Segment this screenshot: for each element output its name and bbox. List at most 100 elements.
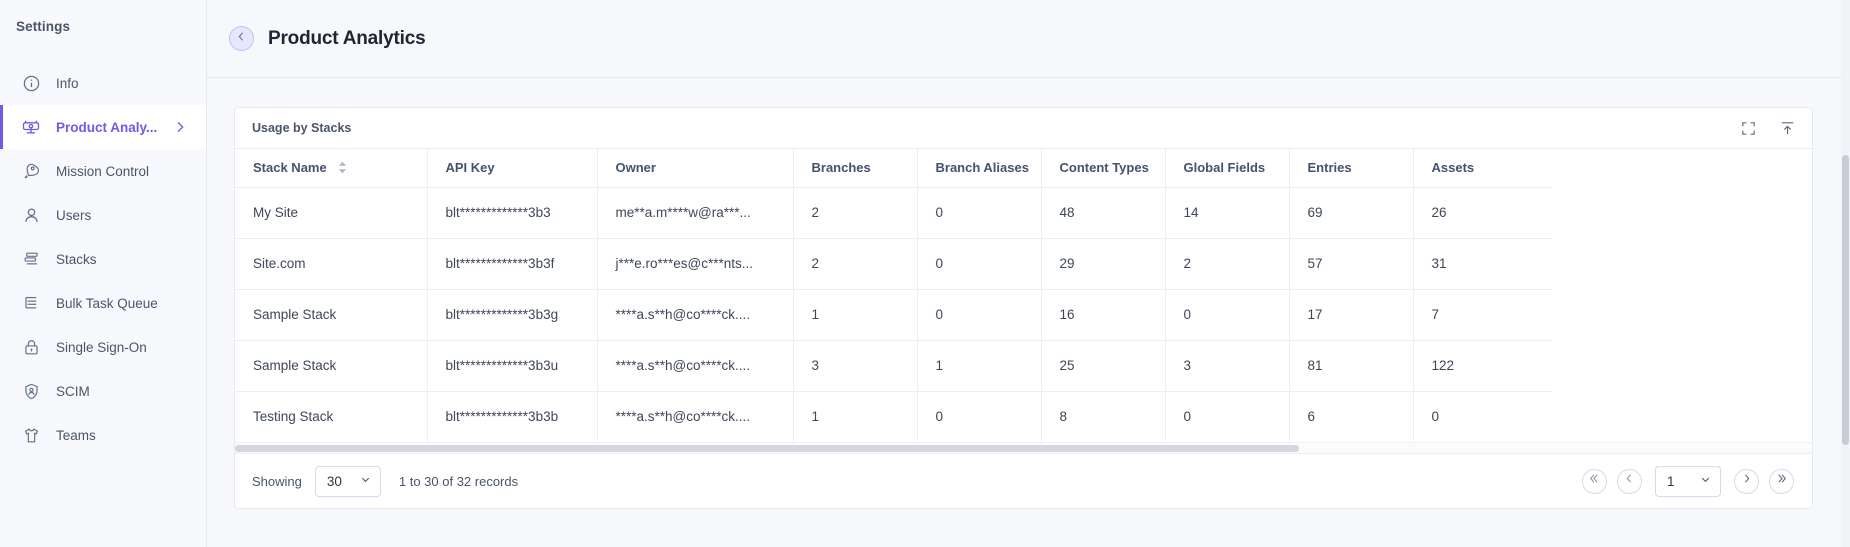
column-header-branch-aliases[interactable]: Branch Aliases — [917, 149, 1042, 188]
column-header-stack-name[interactable]: Stack Name — [235, 149, 428, 188]
cell-api-key: blt*************3b3g — [427, 289, 598, 341]
card-header-actions — [1740, 120, 1796, 137]
records-range-label: 1 to 30 of 32 records — [398, 473, 519, 489]
cell-owner: ****a.s**h@co****ck.... — [597, 340, 794, 392]
first-page-button[interactable] — [1582, 468, 1607, 494]
page-size-select[interactable]: 30 — [314, 465, 381, 497]
sidebar-item-label: Stacks — [56, 251, 97, 267]
cell-branch-aliases: 0 — [917, 391, 1042, 442]
table-row[interactable]: Site.com blt*************3b3f j***e.ro**… — [235, 238, 1552, 290]
cell-assets: 122 — [1413, 340, 1552, 392]
sidebar-item-label: Info — [56, 75, 79, 91]
page-header: Product Analytics — [207, 0, 1850, 78]
cell-entries: 69 — [1289, 187, 1414, 239]
cell-entries: 17 — [1289, 289, 1414, 341]
table-footer: Showing 30 1 to 30 of 32 records 1 — [235, 453, 1812, 508]
previous-page-button[interactable] — [1617, 468, 1642, 494]
sidebar-nav: Info Product Analy... Mission Control Us… — [0, 61, 206, 457]
column-header-branches[interactable]: Branches — [793, 149, 918, 188]
cell-owner: me**a.m****w@ra***... — [597, 187, 794, 239]
sort-icon[interactable] — [338, 161, 347, 174]
sidebar-item-info[interactable]: Info — [0, 61, 206, 105]
rocket-icon — [20, 160, 42, 182]
column-header-entries[interactable]: Entries — [1289, 149, 1414, 188]
sidebar-item-label: Users — [56, 207, 92, 223]
expand-icon[interactable] — [1740, 120, 1757, 137]
export-icon[interactable] — [1779, 120, 1796, 137]
scrollbar-thumb[interactable] — [235, 445, 1300, 452]
cell-global-fields: 3 — [1165, 340, 1290, 392]
cell-api-key: blt*************3b3f — [427, 238, 598, 290]
current-page-value: 1 — [1667, 473, 1675, 489]
chevron-down-icon — [1699, 473, 1712, 489]
page-number-select[interactable]: 1 — [1655, 465, 1721, 497]
sidebar-item-single-sign-on[interactable]: Single Sign-On — [0, 325, 206, 369]
tshirt-icon — [20, 424, 42, 446]
sidebar-title: Settings — [16, 19, 71, 34]
showing-label: Showing — [252, 473, 302, 489]
shield-user-icon — [20, 380, 42, 402]
cell-entries: 57 — [1289, 238, 1414, 290]
cell-api-key: blt*************3b3u — [427, 340, 598, 392]
column-header-api-key[interactable]: API Key — [427, 149, 598, 188]
table-horizontal-scrollbar[interactable] — [235, 442, 1812, 453]
sidebar-item-label: Teams — [56, 427, 96, 443]
cell-content-types: 29 — [1041, 238, 1166, 290]
cell-stack-name: Sample Stack — [235, 340, 428, 392]
usage-table: Stack Name API Key Owner Branches Branch… — [235, 149, 1552, 442]
column-header-label: Global Fields — [1183, 160, 1266, 176]
sidebar-item-stacks[interactable]: Stacks — [0, 237, 206, 281]
cell-branch-aliases: 0 — [917, 289, 1042, 341]
cell-branch-aliases: 0 — [917, 187, 1042, 239]
lock-icon — [20, 336, 42, 358]
column-header-content-types[interactable]: Content Types — [1041, 149, 1166, 188]
table-head: Stack Name API Key Owner Branches Branch… — [235, 149, 1552, 188]
pagination-controls: 1 — [1582, 465, 1794, 497]
cell-content-types: 48 — [1041, 187, 1166, 239]
cell-global-fields: 14 — [1165, 187, 1290, 239]
cell-content-types: 25 — [1041, 340, 1166, 392]
table-scroll-area: Stack Name API Key Owner Branches Branch… — [235, 149, 1812, 442]
column-header-label: Branch Aliases — [935, 160, 1029, 176]
sidebar-item-teams[interactable]: Teams — [0, 413, 206, 457]
cell-owner: ****a.s**h@co****ck.... — [597, 289, 794, 341]
cell-assets: 0 — [1431, 409, 1440, 425]
column-header-label: Assets — [1431, 160, 1475, 176]
chevron-down-icon — [359, 473, 372, 489]
column-header-label: Entries — [1307, 160, 1352, 176]
sidebar-item-bulk-task-queue[interactable]: Bulk Task Queue — [0, 281, 206, 325]
settings-sidebar: Settings Info Product Analy... Mission C… — [0, 0, 207, 547]
column-header-global-fields[interactable]: Global Fields — [1165, 149, 1290, 188]
column-header-owner[interactable]: Owner — [597, 149, 794, 188]
last-page-button[interactable] — [1769, 468, 1794, 494]
last-page-icon — [1775, 472, 1788, 490]
scrollbar-thumb[interactable] — [1842, 155, 1849, 445]
next-page-icon — [1740, 472, 1753, 490]
sidebar-item-label: Single Sign-On — [56, 339, 147, 355]
sidebar-item-users[interactable]: Users — [0, 193, 206, 237]
cell-branches: 3 — [793, 340, 918, 392]
table-row[interactable]: My Site blt*************3b3 me**a.m****w… — [235, 187, 1552, 239]
table-row[interactable]: Testing Stack blt*************3b3b ****a… — [235, 391, 1552, 442]
cell-api-key: blt*************3b3 — [427, 187, 598, 239]
sidebar-item-label: Product Analy... — [56, 119, 158, 135]
chevron-right-icon[interactable] — [172, 119, 188, 135]
sidebar-item-label: Mission Control — [56, 163, 150, 179]
table-row[interactable]: Sample Stack blt*************3b3g ****a.… — [235, 289, 1552, 341]
page-vertical-scrollbar[interactable] — [1841, 0, 1850, 547]
main-content: Product Analytics Usage by Stacks Stack … — [207, 0, 1850, 547]
sidebar-item-product-analytics[interactable]: Product Analy... — [0, 105, 206, 149]
cell-branches: 2 — [793, 238, 918, 290]
sidebar-item-scim[interactable]: SCIM — [0, 369, 206, 413]
cell-branch-aliases: 0 — [917, 238, 1042, 290]
back-button[interactable] — [229, 26, 254, 51]
table-row[interactable]: Sample Stack blt*************3b3u ****a.… — [235, 340, 1552, 392]
next-page-button[interactable] — [1734, 468, 1759, 494]
column-header-assets[interactable]: Assets — [1413, 149, 1552, 188]
cell-global-fields: 0 — [1165, 289, 1290, 341]
cell-owner: ****a.s**h@co****ck.... — [597, 391, 794, 442]
cell-global-fields: 2 — [1165, 238, 1290, 290]
sidebar-item-label: Bulk Task Queue — [56, 295, 158, 311]
sidebar-item-mission-control[interactable]: Mission Control — [0, 149, 206, 193]
cell-branches: 2 — [793, 187, 918, 239]
